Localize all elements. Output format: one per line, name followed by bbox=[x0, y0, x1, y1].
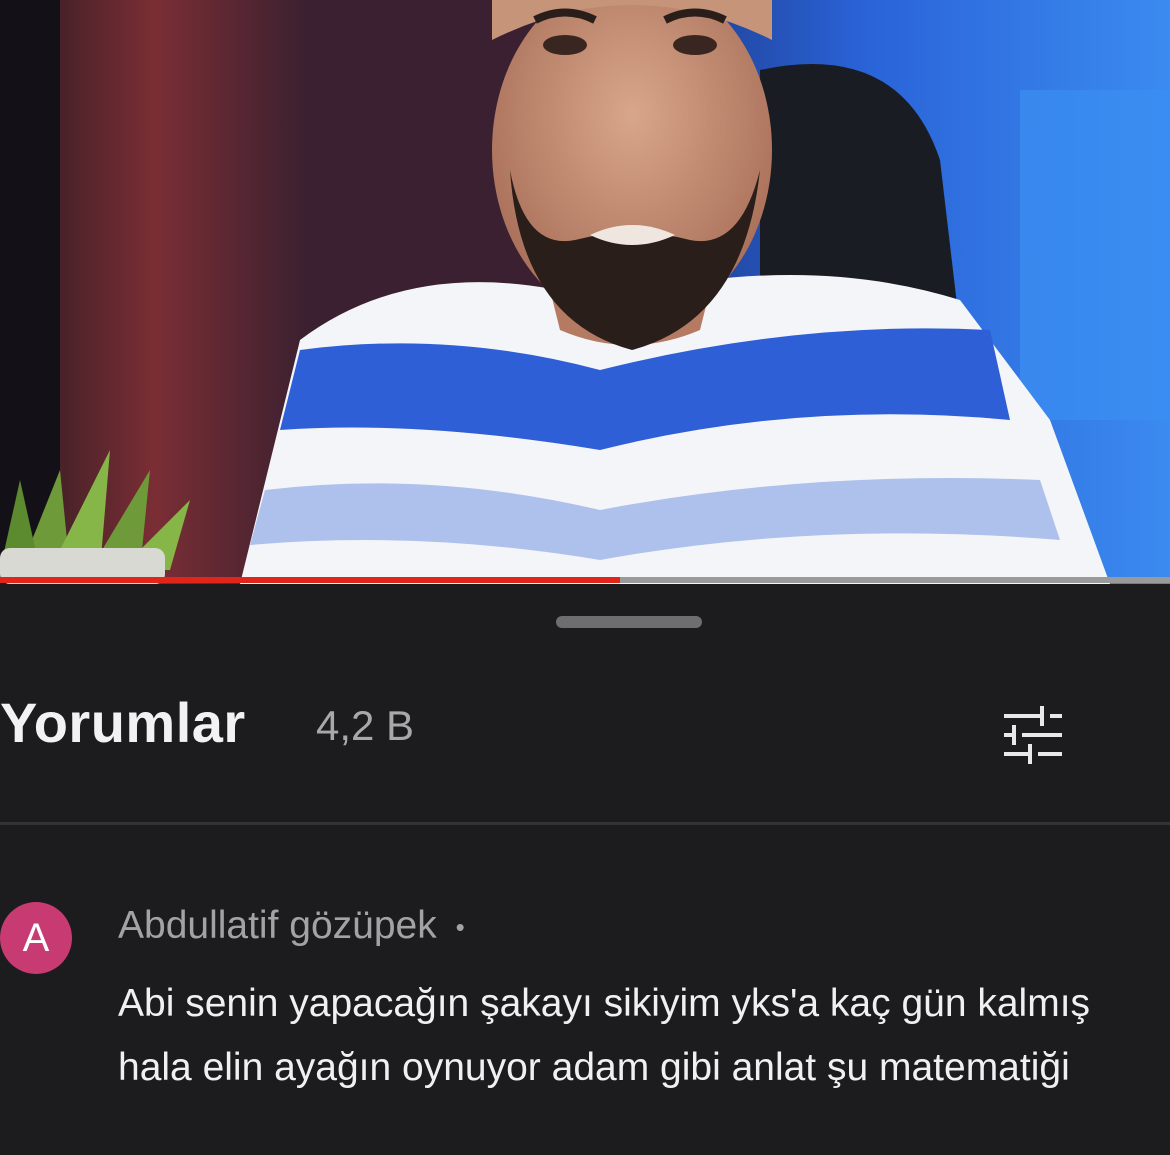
sort-filter-button[interactable] bbox=[990, 702, 1078, 768]
author-separator: • bbox=[455, 912, 465, 943]
sheet-drag-handle[interactable] bbox=[556, 616, 702, 628]
video-progress-played bbox=[0, 577, 621, 583]
avatar-letter: A bbox=[22, 916, 50, 960]
avatar[interactable]: A bbox=[0, 902, 72, 974]
comments-count: 4,2 B bbox=[316, 702, 415, 749]
video-progress-bar[interactable] bbox=[0, 577, 1170, 583]
comment-text: Abi senin yapacağın şakayı sikiyim yks'a… bbox=[118, 982, 1091, 1089]
divider bbox=[0, 822, 1170, 825]
video-player[interactable] bbox=[0, 0, 1170, 584]
sliders-icon bbox=[1004, 706, 1062, 764]
comments-sheet: Yorumlar 4,2 B A Abdullatif gözüpek • Ab… bbox=[0, 584, 1170, 1155]
comment-author: Abdullatif gözüpek bbox=[118, 904, 437, 947]
video-frame bbox=[0, 0, 1170, 584]
comment-author-line[interactable]: Abdullatif gözüpek • bbox=[118, 904, 465, 948]
screen: Yorumlar 4,2 B A Abdullatif gözüpek • Ab… bbox=[0, 0, 1170, 1155]
comments-title: Yorumlar bbox=[0, 691, 246, 754]
